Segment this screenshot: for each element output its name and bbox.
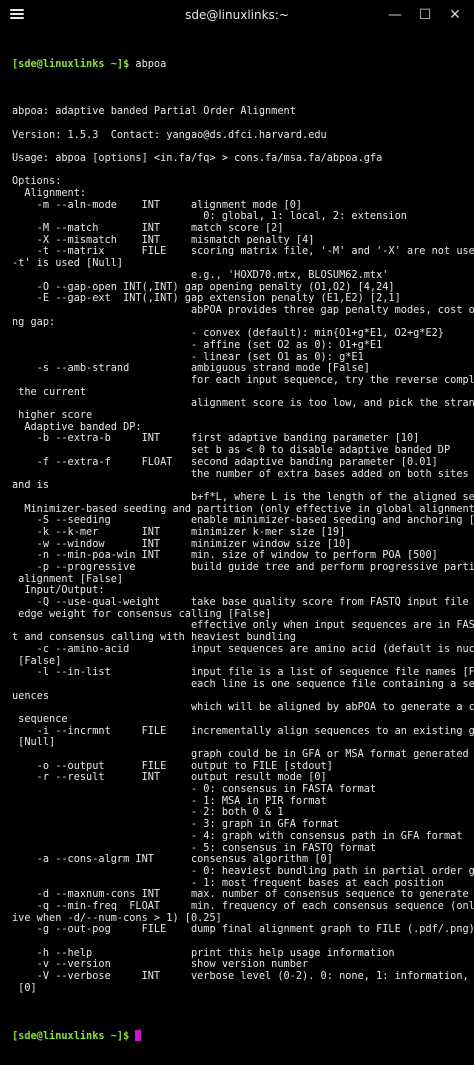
minimize-icon[interactable]: — (382, 3, 408, 27)
output-line: -p --progressive build guide tree and pe… (12, 561, 474, 573)
output-line: Usage: abpoa [options] <in.fa/fq> > cons… (12, 151, 383, 164)
output-line: the number of extra bases added on both … (12, 467, 474, 480)
final-prompt: [sde@linuxlinks ~]$ (12, 1029, 130, 1042)
command-text: abpoa (129, 58, 167, 71)
output-line: -M --match INT match score [2] (12, 222, 284, 235)
output-line: -V --verbose INT verbose level (0-2). 0:… (12, 970, 474, 983)
output-line: higher score (12, 409, 93, 422)
output-line: -q --min-freq FLOAT min. frequency of ea… (12, 899, 474, 912)
help-output: abpoa: adaptive banded Partial Order Ali… (12, 95, 474, 1007)
output-line: -Q --use-qual-weight take base quality s… (12, 596, 474, 609)
output-line: sequence (12, 712, 68, 725)
terminal-window: sde@linuxlinks:~ — ☐ ✕ [sde@linuxlinks ~… (0, 0, 474, 1041)
output-line: which will be aligned by abPOA to genera… (12, 701, 474, 714)
output-line: abpoa: adaptive banded Partial Order Ali… (12, 105, 296, 118)
output-line: for each input sequence, try the reverse… (12, 374, 474, 386)
window-controls: — ☐ ✕ (378, 0, 468, 30)
output-line: -g --out-pog FILE dump final alignment g… (12, 923, 474, 936)
hamburger-menu-icon[interactable] (10, 7, 24, 21)
output-line: -i --incrmnt FILE incrementally align se… (12, 724, 474, 737)
final-prompt-line[interactable]: [sde@linuxlinks ~]$ (12, 1029, 462, 1042)
output-line: b+f*L, where L is the length of the alig… (12, 490, 474, 503)
output-line: - 0: heaviest bundling path in partial o… (12, 864, 474, 877)
prompt: [sde@linuxlinks ~]$ (12, 58, 130, 71)
output-line: abPOA provides three gap penalty modes, … (12, 303, 474, 316)
output-line: - 0: consensus in FASTA format (12, 783, 377, 796)
output-line: Version: 1.5.3 Contact: yangao@ds.dfci.h… (12, 128, 327, 141)
output-line: -k --k-mer INT minimizer k-mer size [19] (12, 525, 346, 538)
output-line: graph could be in GFA or MSA format gene… (12, 748, 474, 760)
title-bar: sde@linuxlinks:~ — ☐ ✕ (0, 0, 474, 30)
command-line: [sde@linuxlinks ~]$ abpoa (12, 59, 462, 71)
output-line: e.g., 'HOXD70.mtx, BLOSUM62.mtx' (12, 268, 389, 281)
text-cursor (135, 1029, 142, 1041)
close-icon[interactable]: ✕ (442, 3, 468, 27)
output-line: each line is one sequence file containin… (12, 677, 474, 690)
output-line: - 4: graph with consensus path in GFA fo… (12, 829, 463, 842)
output-line: -f --extra-f FLOAT second adaptive bandi… (12, 455, 438, 468)
output-line: Alignment: (12, 187, 87, 199)
maximize-icon[interactable]: ☐ (412, 3, 438, 27)
output-line: - affine (set O2 as 0): O1+g*E1 (12, 338, 383, 351)
window-title: sde@linuxlinks:~ (185, 8, 289, 22)
output-line: -c --amino-acid input sequences are amin… (12, 642, 474, 655)
terminal-output[interactable]: [sde@linuxlinks ~]$ abpoa abpoa: adaptiv… (0, 30, 474, 1065)
